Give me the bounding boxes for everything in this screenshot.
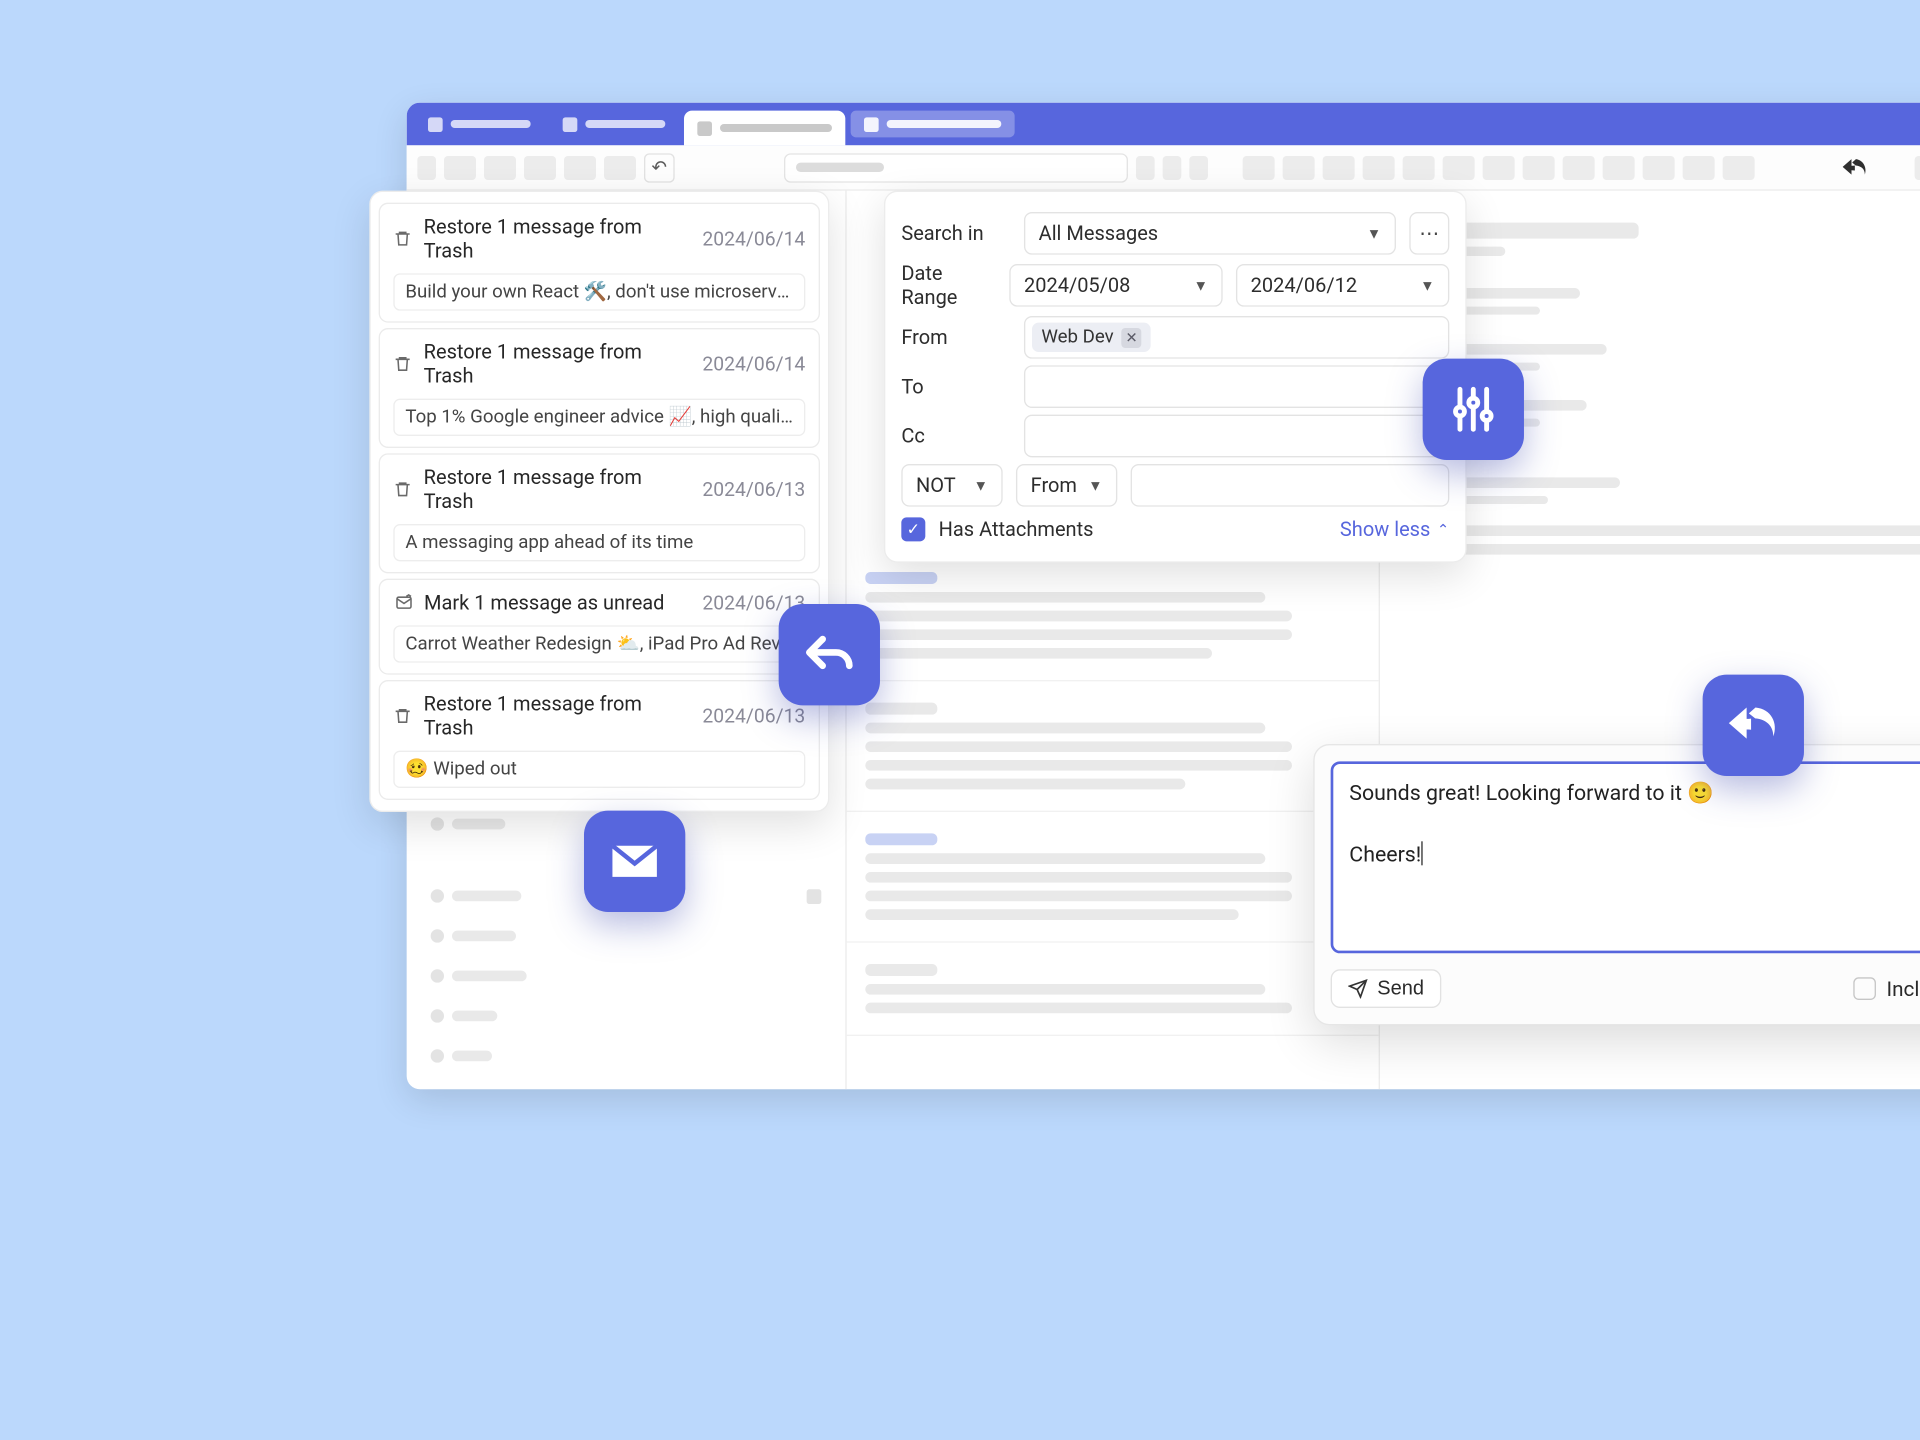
- history-item-title: Restore 1 message from Trash: [424, 692, 692, 740]
- filters-feature-icon: [1423, 359, 1524, 460]
- list-item[interactable]: [847, 812, 1379, 943]
- history-item-date: 2024/06/14: [702, 227, 805, 250]
- from-label: From: [901, 325, 1010, 349]
- to-label: To: [901, 375, 1010, 399]
- cc-input[interactable]: [1024, 415, 1449, 458]
- reply-all-feature-icon: [1703, 675, 1804, 776]
- reply-all-icon[interactable]: [1843, 154, 1870, 181]
- from-chip[interactable]: Web Dev ✕: [1032, 323, 1151, 352]
- history-item-title: Mark 1 message as unread: [424, 591, 664, 615]
- window-tab-active[interactable]: [684, 111, 845, 146]
- history-item-title: Restore 1 message from Trash: [424, 215, 692, 263]
- undo-feature-icon: [779, 604, 880, 705]
- toolbar-slot[interactable]: [1136, 155, 1155, 179]
- has-attachments-checkbox[interactable]: ✓: [901, 517, 925, 541]
- toolbar-slot[interactable]: [1643, 155, 1675, 179]
- search-in-label: Search in: [901, 221, 1010, 245]
- history-item-subject: Carrot Weather Redesign ⛅, iPad Pro Ad R…: [393, 625, 805, 662]
- trash-icon: [393, 707, 413, 726]
- list-item[interactable]: [847, 551, 1379, 682]
- history-item-date: 2024/06/14: [702, 353, 805, 376]
- history-item-subject: A messaging app ahead of its time: [393, 524, 805, 561]
- history-item-title: Restore 1 message from Trash: [424, 340, 692, 388]
- history-item-date: 2024/06/13: [702, 478, 805, 501]
- toolbar-slot[interactable]: [524, 155, 556, 179]
- remove-chip-icon[interactable]: ✕: [1122, 327, 1142, 347]
- history-item-date: 2024/06/13: [702, 705, 805, 728]
- toolbar-slot[interactable]: [1189, 155, 1208, 179]
- condition-value-input[interactable]: [1131, 464, 1450, 507]
- window-titlebar: [407, 103, 1920, 146]
- quick-reply-panel: Sounds great! Looking forward to it 🙂 Ch…: [1313, 744, 1920, 1025]
- history-item[interactable]: Mark 1 message as unread2024/06/13Carrot…: [379, 579, 820, 675]
- toolbar-slot[interactable]: [1915, 155, 1920, 179]
- toolbar-slot[interactable]: [564, 155, 596, 179]
- sidebar-item[interactable]: [431, 1003, 822, 1030]
- chevron-up-icon: ⌃: [1437, 521, 1449, 538]
- send-icon: [1348, 979, 1368, 999]
- toolbar-slot[interactable]: [1323, 155, 1355, 179]
- sidebar-item[interactable]: [431, 1043, 822, 1070]
- mail-app-icon: [584, 811, 685, 912]
- date-range-label: Date Range: [901, 261, 996, 309]
- toolbar-slot[interactable]: [1603, 155, 1635, 179]
- send-button[interactable]: Send: [1331, 969, 1442, 1008]
- date-end-select[interactable]: 2024/06/12▼: [1236, 264, 1449, 307]
- trash-icon: [393, 229, 413, 248]
- toolbar-slot[interactable]: [1283, 155, 1315, 179]
- window-tab[interactable]: [549, 111, 678, 138]
- cc-label: Cc: [901, 424, 1010, 448]
- condition-field-select[interactable]: From▼: [1016, 464, 1117, 507]
- toolbar-slot[interactable]: [1483, 155, 1515, 179]
- list-item[interactable]: [847, 943, 1379, 1036]
- search-in-select[interactable]: All Messages▼: [1024, 212, 1396, 255]
- from-input[interactable]: Web Dev ✕: [1024, 316, 1449, 359]
- overflow-icon[interactable]: ⋯: [1409, 212, 1449, 255]
- to-input[interactable]: [1024, 365, 1449, 408]
- trash-icon: [393, 355, 413, 374]
- undo-icon[interactable]: ↶: [644, 153, 675, 182]
- toolbar-slot[interactable]: [1403, 155, 1435, 179]
- toolbar-slot[interactable]: [444, 155, 476, 179]
- sidebar-item[interactable]: [431, 963, 822, 990]
- toolbar-slot[interactable]: [1363, 155, 1395, 179]
- include-quoted-checkbox[interactable]: [1853, 977, 1876, 1000]
- history-item-subject: 🥴 Wiped out: [393, 751, 805, 788]
- toolbar-slot[interactable]: [417, 155, 436, 179]
- toolbar-slot[interactable]: [1443, 155, 1475, 179]
- search-input[interactable]: [784, 153, 1128, 182]
- history-item-subject: Build your own React 🛠️, don't use micro…: [393, 273, 805, 310]
- toolbar-slot[interactable]: [1683, 155, 1715, 179]
- history-item[interactable]: Restore 1 message from Trash 2024/06/13 A …: [379, 453, 820, 573]
- history-item[interactable]: Restore 1 message from Trash 2024/06/14 Bu…: [379, 203, 820, 323]
- toolbar: ↶: [407, 145, 1920, 190]
- history-item-title: Restore 1 message from Trash: [424, 465, 692, 513]
- mark-unread-icon: [393, 593, 413, 612]
- toolbar-slot[interactable]: [1563, 155, 1595, 179]
- date-start-select[interactable]: 2024/05/08▼: [1009, 264, 1222, 307]
- include-quoted-label: Include Quoted Text: [1886, 977, 1920, 1001]
- toolbar-slot[interactable]: [1523, 155, 1555, 179]
- toolbar-slot[interactable]: [484, 155, 516, 179]
- sidebar-item[interactable]: [431, 1083, 822, 1090]
- show-less-link[interactable]: Show less ⌃: [1340, 517, 1449, 541]
- window-tab[interactable]: [415, 111, 544, 138]
- history-item-subject: Top 1% Google engineer advice 📈, high qu…: [393, 399, 805, 436]
- reply-textarea[interactable]: Sounds great! Looking forward to it 🙂 Ch…: [1331, 761, 1920, 953]
- advanced-search-panel: Search in All Messages▼ ⋯ Date Range 202…: [884, 191, 1467, 563]
- history-item[interactable]: Restore 1 message from Trash 2024/06/14 To…: [379, 328, 820, 448]
- toolbar-slot[interactable]: [1163, 155, 1182, 179]
- undo-history-panel: Restore 1 message from Trash 2024/06/14 Bu…: [369, 191, 829, 812]
- has-attachments-label: Has Attachments: [939, 517, 1094, 541]
- list-item[interactable]: [847, 681, 1379, 812]
- sidebar-item[interactable]: [431, 923, 822, 950]
- toolbar-slot[interactable]: [1723, 155, 1755, 179]
- history-item[interactable]: Restore 1 message from Trash 2024/06/13 🥴 …: [379, 680, 820, 800]
- trash-icon: [393, 480, 413, 499]
- toolbar-slot[interactable]: [604, 155, 636, 179]
- window-tab[interactable]: [851, 111, 1015, 138]
- condition-operator-select[interactable]: NOT▼: [901, 464, 1002, 507]
- toolbar-slot[interactable]: [1243, 155, 1275, 179]
